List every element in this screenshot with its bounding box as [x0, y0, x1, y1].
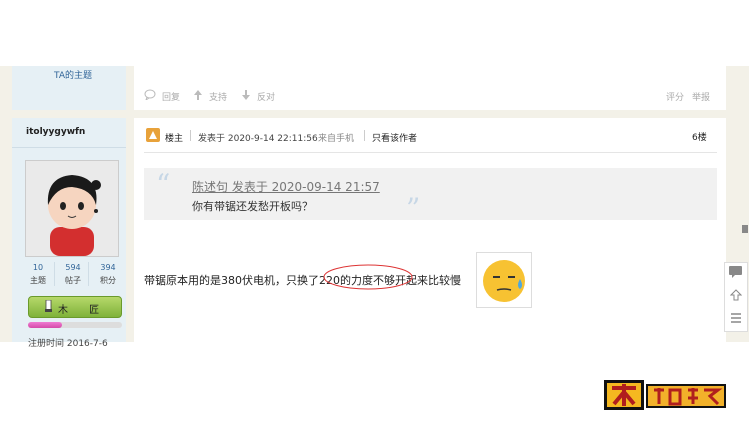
- reply-button[interactable]: 回复: [162, 90, 180, 103]
- stat-posts-value[interactable]: 594: [58, 263, 88, 272]
- stat-threads-label: 主题: [30, 276, 46, 285]
- only-author-link[interactable]: 只看该作者: [372, 131, 417, 144]
- owner-icon: [146, 128, 160, 142]
- level-progress-bar: [28, 322, 122, 328]
- quote-header[interactable]: 陈述句 发表于 2020-09-14 21:57: [192, 178, 380, 195]
- oppose-button[interactable]: 反对: [257, 90, 275, 103]
- red-circle-annotation: [323, 264, 413, 290]
- thumb-down-icon: [242, 90, 250, 100]
- avatar[interactable]: [25, 160, 119, 257]
- report-link[interactable]: 举报: [692, 90, 710, 103]
- support-button[interactable]: 支持: [209, 90, 227, 103]
- divider: [364, 130, 365, 141]
- divider: [54, 262, 55, 286]
- divider: [190, 130, 191, 141]
- prev-post-footer: [134, 66, 726, 110]
- quote-text: 你有带锯还发愁开板吗？: [192, 200, 313, 213]
- open-quote-icon: “: [156, 168, 171, 201]
- thumb-up-icon: [194, 90, 202, 100]
- stat-posts-label: 帖子: [65, 276, 81, 285]
- back-to-list-icon[interactable]: [730, 289, 742, 301]
- stat-threads-value[interactable]: 10: [23, 263, 53, 272]
- floor-number[interactable]: 6楼: [692, 130, 707, 143]
- rate-link[interactable]: 评分: [666, 90, 684, 103]
- rank-icon: [45, 300, 52, 312]
- scroll-handle[interactable]: [741, 224, 749, 234]
- close-quote-icon: ”: [406, 192, 421, 225]
- emoji-sweat-icon: [476, 252, 532, 308]
- reply-icon: [144, 89, 156, 100]
- author-name[interactable]: itolyygywfn: [26, 127, 85, 137]
- owner-tag: 楼主: [165, 134, 184, 144]
- register-time: 注册时间 2016-7-6: [28, 339, 108, 349]
- post-time: 发表于 2020-9-14 22:11:56: [198, 134, 318, 144]
- site-logo[interactable]: [604, 376, 728, 412]
- list-icon[interactable]: [730, 312, 742, 324]
- stat-credits-label: 积分: [100, 276, 116, 285]
- ta-threads-link[interactable]: TA的主题: [12, 68, 134, 81]
- rank-label: 木 匠: [58, 305, 109, 316]
- comment-icon[interactable]: [729, 266, 742, 278]
- post-source: 来自手机: [318, 134, 355, 144]
- divider: [88, 262, 89, 286]
- divider: [144, 152, 717, 153]
- divider: [12, 147, 126, 148]
- stat-credits-value[interactable]: 394: [93, 263, 123, 272]
